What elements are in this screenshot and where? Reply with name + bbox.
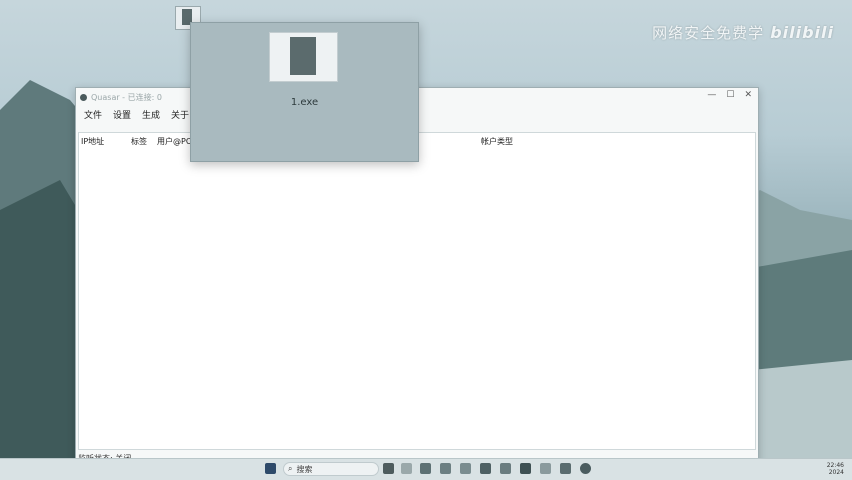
file-explorer-icon[interactable] <box>420 463 431 474</box>
windows-start-icon[interactable] <box>265 463 276 474</box>
app-icon[interactable] <box>383 463 394 474</box>
window-title: Quasar - 已连接: 0 <box>91 92 162 102</box>
watermark: 网络安全免费学 bilibili <box>652 22 834 43</box>
settings-icon[interactable] <box>500 463 511 474</box>
menu-settings[interactable]: 设置 <box>113 108 131 121</box>
quasar-icon[interactable] <box>540 463 551 474</box>
preview-label: 1.exe <box>290 97 319 108</box>
search-box[interactable]: ⌕ 搜索 <box>283 462 379 476</box>
bilibili-logo: bilibili <box>770 23 834 42</box>
taskbar-preview-popup[interactable]: 1.exe <box>190 22 419 162</box>
search-placeholder: 搜索 <box>296 464 313 474</box>
search-icon: ⌕ <box>288 464 293 473</box>
system-tray-clock[interactable]: 22:46 2024 <box>827 462 844 476</box>
edge-icon[interactable] <box>580 463 591 474</box>
store-icon[interactable] <box>480 463 491 474</box>
menu-build[interactable]: 生成 <box>142 108 160 121</box>
column-tag[interactable]: 标签 <box>131 136 147 147</box>
terminal-icon[interactable] <box>520 463 531 474</box>
app-icon <box>80 93 87 101</box>
column-ip-address[interactable]: IP地址 <box>81 136 104 147</box>
column-user-pc[interactable]: 用户@PC <box>157 136 191 147</box>
watermark-text: 网络安全免费学 <box>652 24 765 42</box>
menu-about[interactable]: 关于 <box>171 108 189 121</box>
widget-icon[interactable] <box>401 463 412 474</box>
clock-date: 2024 <box>828 469 844 476</box>
maximize-button[interactable]: ☐ <box>726 90 734 100</box>
preview-thumbnail[interactable] <box>269 32 338 82</box>
taskbar: ⌕ 搜索 22:46 2024 <box>0 458 852 480</box>
browser-icon[interactable] <box>460 463 471 474</box>
close-button[interactable]: ✕ <box>744 90 752 100</box>
column-account-type[interactable]: 帐户类型 <box>481 136 513 147</box>
clock-time: 22:46 <box>826 462 844 469</box>
clients-table[interactable]: IP地址 标签 用户@PC 帐户类型 <box>78 132 756 450</box>
menu-file[interactable]: 文件 <box>84 108 102 121</box>
chat-icon[interactable] <box>440 463 451 474</box>
notepad-icon[interactable] <box>560 463 571 474</box>
minimize-button[interactable]: — <box>707 90 716 100</box>
